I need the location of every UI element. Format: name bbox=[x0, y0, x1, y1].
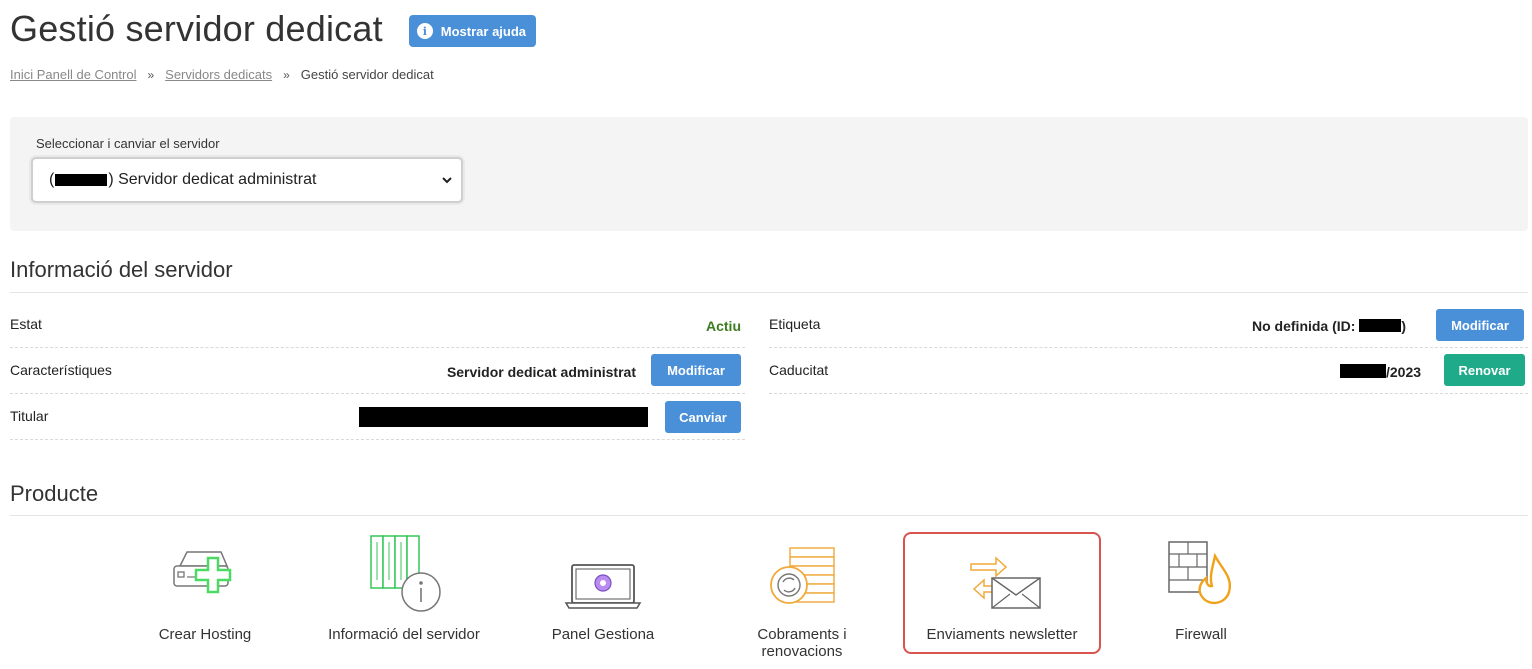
modify-features-button[interactable]: Modificar bbox=[651, 354, 741, 386]
change-holder-button[interactable]: Canviar bbox=[665, 401, 741, 433]
server-select-panel: Seleccionar i canviar el servidor ( ) Ser… bbox=[10, 117, 1528, 231]
billing-coins-icon bbox=[770, 547, 835, 604]
page-header: Gestió servidor dedicat i Mostrar ajuda bbox=[10, 8, 537, 50]
laptop-panel-icon bbox=[564, 564, 642, 609]
expiry-label: Caducitat bbox=[769, 362, 829, 378]
redacted-holder bbox=[359, 407, 648, 427]
info-row-status: Estat Actiu bbox=[10, 302, 745, 348]
product-create-hosting[interactable]: Crear Hosting bbox=[135, 530, 275, 643]
tag-label: Etiqueta bbox=[769, 316, 821, 332]
product-billing-renewals[interactable]: Cobraments i renovacions bbox=[732, 530, 872, 660]
server-info-icon bbox=[370, 535, 441, 612]
server-select-label: Seleccionar i canviar el servidor bbox=[36, 136, 220, 151]
server-select-dropdown[interactable]: ( ) Servidor dedicat administrat bbox=[31, 157, 463, 203]
info-row-expiry: Caducitat /2023 Renovar bbox=[769, 348, 1528, 394]
server-select-value: ) Servidor dedicat administrat bbox=[108, 171, 317, 188]
breadcrumb-separator: » bbox=[147, 67, 155, 82]
server-add-icon bbox=[173, 551, 232, 594]
chevron-down-icon bbox=[442, 177, 452, 184]
features-value: Servidor dedicat administrat bbox=[446, 364, 636, 380]
holder-label: Titular bbox=[10, 408, 49, 424]
redacted-tag-id bbox=[1359, 319, 1402, 332]
firewall-icon bbox=[1168, 541, 1232, 605]
product-newsletter[interactable]: Enviaments newsletter bbox=[907, 530, 1097, 643]
tag-value: No definida (ID: ) bbox=[1252, 318, 1406, 334]
server-select-prefix: ( bbox=[49, 171, 55, 188]
product-title: Producte bbox=[10, 481, 99, 506]
breadcrumb-separator: » bbox=[283, 67, 290, 82]
product-label: Panel Gestiona bbox=[551, 626, 655, 643]
page-title: Gestió servidor dedicat bbox=[10, 8, 383, 49]
info-row-tag: Etiqueta No definida (ID: ) Modificar bbox=[769, 302, 1528, 348]
section-divider bbox=[10, 292, 1528, 293]
tag-value-prefix: No definida (ID: bbox=[1252, 318, 1360, 334]
section-divider bbox=[10, 515, 1528, 516]
newsletter-envelope-icon bbox=[970, 556, 1041, 609]
breadcrumb-home-link[interactable]: Inici Panell de Control bbox=[10, 67, 136, 82]
product-panel-gestiona[interactable]: Panel Gestiona bbox=[533, 530, 673, 643]
breadcrumb-dedicated-servers-link[interactable]: Servidors dedicats bbox=[165, 67, 272, 82]
product-label: Cobraments i renovacions bbox=[757, 626, 847, 660]
tag-value-suffix: ) bbox=[1401, 318, 1406, 334]
product-label: Informació del servidor bbox=[328, 626, 480, 643]
redacted-server-id bbox=[55, 174, 108, 186]
product-label: Enviaments newsletter bbox=[926, 626, 1078, 643]
show-help-label: Mostrar ajuda bbox=[440, 23, 527, 39]
modify-tag-button[interactable]: Modificar bbox=[1436, 309, 1524, 341]
redacted-expiry-date bbox=[1340, 364, 1386, 378]
product-label: Firewall bbox=[1175, 626, 1227, 643]
server-info-title: Informació del servidor bbox=[10, 257, 233, 282]
renew-button[interactable]: Renovar bbox=[1444, 354, 1525, 386]
product-grid: Crear Hosting Informació del servidor Pa… bbox=[0, 530, 1532, 669]
info-icon: i bbox=[416, 23, 433, 39]
features-label: Característiques bbox=[10, 362, 112, 378]
info-row-holder: Titular Canviar bbox=[10, 394, 745, 440]
info-row-features: Característiques Servidor dedicat admini… bbox=[10, 348, 745, 394]
product-label: Crear Hosting bbox=[158, 626, 252, 643]
show-help-button[interactable]: i Mostrar ajuda bbox=[408, 15, 537, 47]
expiry-value: /2023 bbox=[1386, 364, 1422, 380]
breadcrumb-current: Gestió servidor dedicat bbox=[300, 67, 434, 82]
breadcrumb: Inici Panell de Control » Servidors dedi… bbox=[10, 67, 434, 82]
status-value: Actiu bbox=[706, 318, 741, 334]
product-server-info[interactable]: Informació del servidor bbox=[314, 530, 494, 643]
product-firewall[interactable]: Firewall bbox=[1131, 530, 1271, 643]
status-label: Estat bbox=[10, 316, 42, 332]
